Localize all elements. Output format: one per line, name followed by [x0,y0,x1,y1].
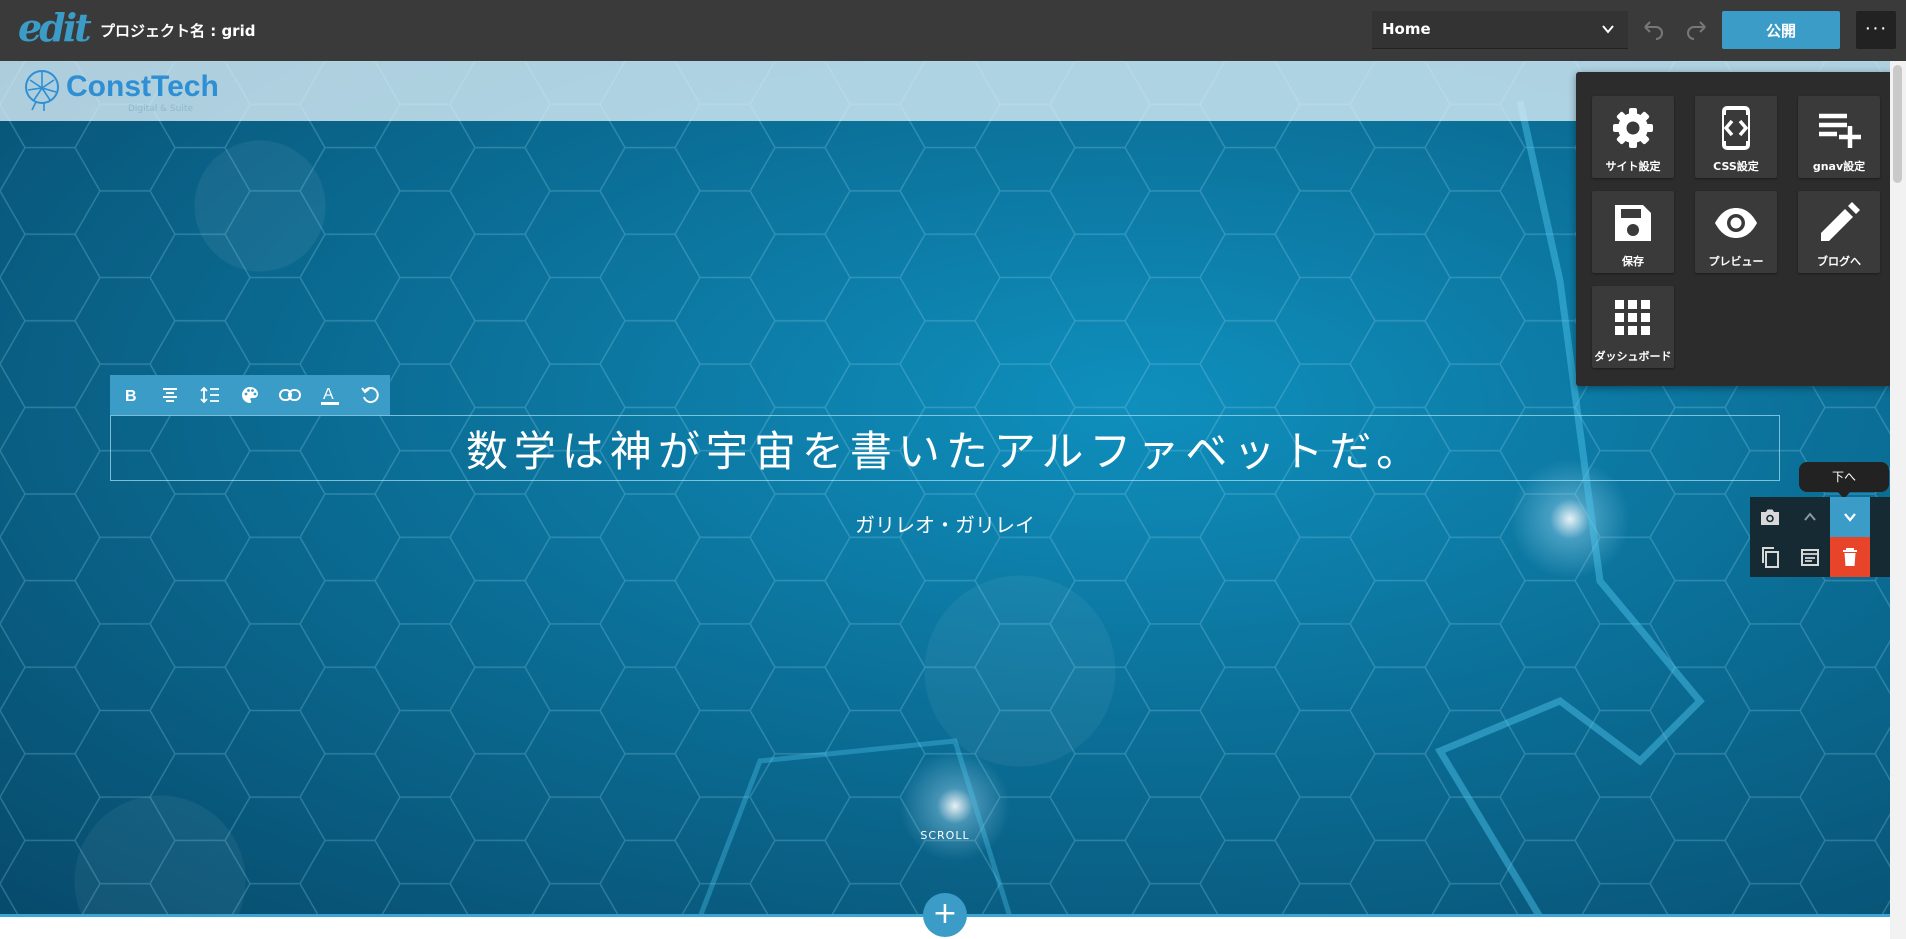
scroll-indicator[interactable]: SCROLL [0,829,1890,842]
redo-icon[interactable] [1684,16,1712,44]
copy-icon [1762,547,1779,568]
reset-icon [361,387,379,404]
reset-format-button[interactable] [350,375,390,415]
block-controls [1750,497,1890,577]
project-name: プロジェクト名 : grid [100,22,256,40]
line-spacing-icon [200,386,219,404]
edit-block-icon [1801,549,1819,566]
plus-icon: + [932,896,958,931]
brand-tagline: Digital & Suite [128,104,193,114]
move-down-button[interactable] [1830,497,1870,537]
link-button[interactable] [270,375,310,415]
page-scrollbar[interactable] [1890,61,1906,939]
menu-item-label: サイト設定 [1605,160,1661,173]
align-center-button[interactable] [150,375,190,415]
undo-icon[interactable] [1638,16,1666,44]
svg-text:A: A [323,386,334,403]
hero-attribution[interactable]: ガリレオ・ガリレイ [0,509,1890,538]
menu-item-label: CSS設定 [1713,160,1759,173]
scrollbar-thumb[interactable] [1893,65,1902,183]
gear-icon [1613,108,1653,148]
eye-icon [1715,208,1757,238]
bold-icon: B [125,388,137,404]
link-icon [279,389,301,401]
menu-item-gnav-settings[interactable]: gnav設定 [1798,96,1880,178]
menu-item-label: 保存 [1622,255,1644,268]
duplicate-button[interactable] [1750,537,1790,577]
brand-name: ConstTech [66,70,219,103]
text-color-button[interactable]: A [310,375,350,415]
text-format-toolbar: B A [110,375,390,415]
editor-menu-panel: サイト設定 CSS設定 gnav設定 保存 プレビュー ブログへ ダッシュボード [1576,72,1894,386]
delete-block-button[interactable] [1830,537,1870,577]
playlist-add-icon [1819,113,1861,148]
move-down-tooltip: 下へ [1799,462,1889,499]
move-down-icon [1844,513,1856,522]
menu-item-label: プレビュー [1708,255,1764,268]
publish-button[interactable]: 公開 [1722,11,1840,49]
grid-icon [1615,300,1650,335]
palette-icon [242,387,258,403]
page-select-value: Home [1382,20,1431,38]
align-center-icon [163,388,177,402]
camera-icon [1761,509,1779,525]
svg-text:B: B [125,388,137,404]
menu-item-label: gnav設定 [1812,160,1866,173]
app-logo[interactable]: edit [18,8,92,48]
editor-topbar: edit プロジェクト名 : grid Home 公開 ··· [0,0,1906,61]
save-icon [1615,205,1651,241]
edit-block-button[interactable] [1790,537,1830,577]
menu-item-dashboard[interactable]: ダッシュボード [1592,286,1674,368]
move-up-icon [1804,512,1816,521]
more-horizontal-icon: ··· [1864,17,1888,39]
delete-icon [1843,548,1857,566]
page-select[interactable]: Home [1372,11,1628,49]
add-section-button[interactable]: + [923,893,967,937]
move-up-button[interactable] [1790,497,1830,537]
menu-item-site-settings[interactable]: サイト設定 [1592,96,1674,178]
menu-item-css-settings[interactable]: CSS設定 [1695,96,1777,178]
menu-item-blog[interactable]: ブログへ [1798,191,1880,273]
pencil-icon [1821,202,1860,241]
code-device-icon [1722,106,1750,150]
screenshot-button[interactable] [1750,497,1790,537]
text-color-icon: A [321,386,339,405]
palette-button[interactable] [230,375,270,415]
menu-item-preview[interactable]: プレビュー [1695,191,1777,273]
hero-heading[interactable]: 数学は神が宇宙を書いたアルファベットだ。 [110,415,1780,481]
menu-item-label: ダッシュボード [1594,350,1672,363]
menu-item-save[interactable]: 保存 [1592,191,1674,273]
brain-logo-icon [25,70,59,111]
more-menu-button[interactable]: ··· [1856,11,1896,49]
line-spacing-button[interactable] [190,375,230,415]
bold-button[interactable]: B [110,375,150,415]
menu-item-label: ブログへ [1817,255,1861,268]
chevron-down-icon [1602,25,1614,34]
